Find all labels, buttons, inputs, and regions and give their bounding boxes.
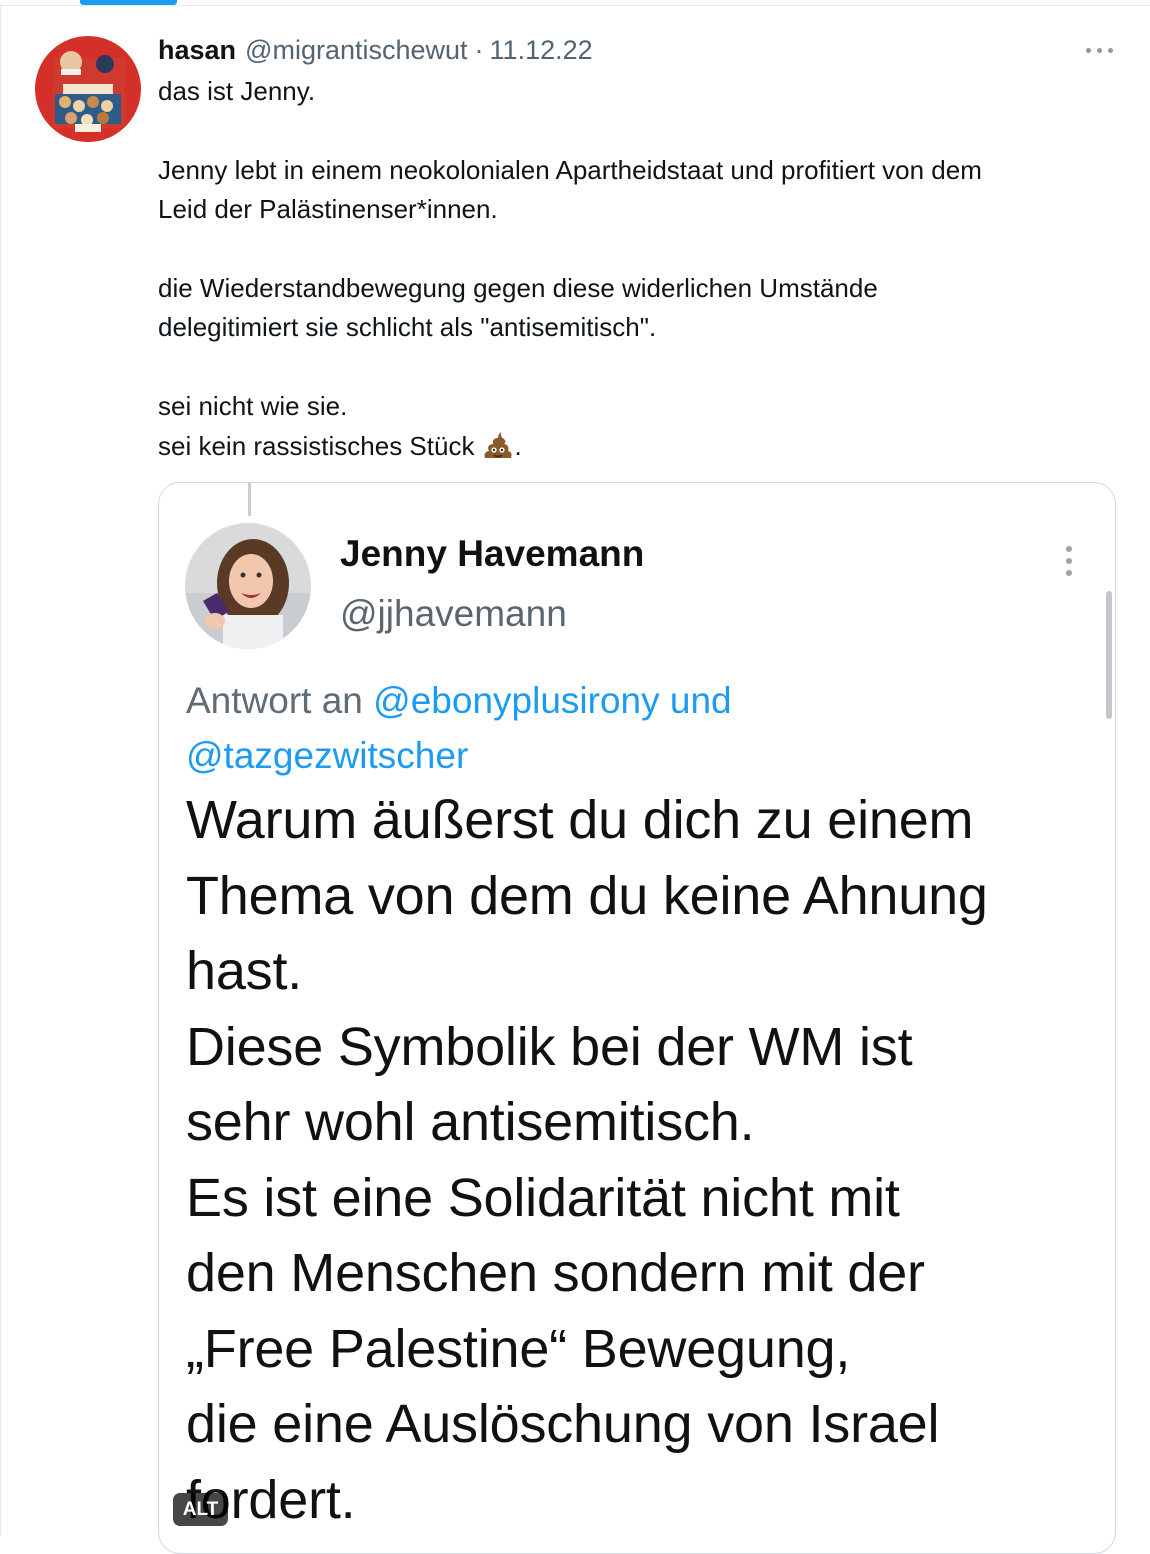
avatar-illustration: [35, 36, 141, 142]
tweet-line-last: sei kein rassistisches Stück .: [158, 427, 1118, 472]
header-separator: ·: [474, 34, 484, 65]
attached-image[interactable]: Jenny Havemann @jjhavemann Antwort an @e…: [158, 482, 1116, 1554]
embedded-line: Diese Symbolik bei der WM ist: [186, 1016, 913, 1077]
more-vertical-icon: [1065, 546, 1073, 576]
tweet-line: sei nicht wie sie.: [158, 391, 348, 422]
tweet-header: hasan @migrantischewut · 11.12.22: [158, 32, 593, 68]
embedded-line: hast.: [186, 941, 303, 1001]
embedded-line: „Free Palestine“ Bewegung,: [186, 1318, 851, 1379]
alt-text-badge[interactable]: ALT: [173, 1493, 228, 1526]
scrollbar: [1106, 591, 1112, 719]
embedded-line: fordert.: [186, 1469, 356, 1530]
more-horizontal-icon[interactable]: [1086, 46, 1114, 54]
reply-to-line: Antwort an @ebonyplusirony und @tazgezwi…: [186, 673, 1086, 783]
tweet-line-suffix: .: [514, 430, 522, 461]
embedded-line: den Menschen sondern mit der: [186, 1243, 925, 1303]
embedded-author-handle: @jjhavemann: [340, 593, 567, 634]
tweet-line: die Wiederstandbewegung gegen diese wide…: [158, 273, 878, 303]
embedded-line: sehr wohl antisemitisch.: [186, 1092, 755, 1152]
thread-line: [248, 483, 251, 516]
author-avatar[interactable]: [35, 36, 141, 142]
tweet-line: das ist Jenny.: [158, 76, 316, 106]
left-divider: [0, 6, 1, 1536]
author-name[interactable]: hasan: [158, 35, 236, 66]
embedded-line: Warum äußerst du dich zu einem: [186, 790, 974, 850]
reply-mention: @ebonyplusirony und: [373, 680, 732, 721]
embedded-line: Es ist eine Solidarität nicht mit: [186, 1167, 900, 1228]
author-handle[interactable]: @migrantischewut: [245, 35, 468, 66]
tweet-line: delegitimiert sie schlicht als "antisemi…: [158, 312, 657, 343]
pile-of-poo-icon: [482, 431, 514, 472]
active-tab-indicator: [80, 0, 177, 5]
embedded-avatar: [185, 523, 311, 649]
embedded-line: die eine Auslöschung von Israel: [186, 1394, 940, 1454]
tweet-date[interactable]: 11.12.22: [490, 35, 593, 66]
embedded-avatar-photo: [185, 523, 311, 649]
reply-prefix: Antwort an: [186, 680, 363, 721]
tweet-line: Leid der Palästinenser*innen.: [158, 194, 498, 225]
reply-mention: @tazgezwitscher: [186, 735, 469, 776]
embedded-line: Thema von dem du keine Ahnung: [186, 865, 988, 926]
embedded-tweet-text: Warum äußerst du dich zu einem Thema von…: [186, 783, 1086, 1538]
tweet-line: Jenny lebt in einem neokolonialen Aparth…: [158, 154, 982, 185]
embedded-author-name: Jenny Havemann: [340, 533, 645, 574]
tweet-text: das ist Jenny. Jenny lebt in einem neoko…: [158, 72, 1118, 472]
tweet-line: sei kein rassistisches Stück: [158, 430, 475, 461]
